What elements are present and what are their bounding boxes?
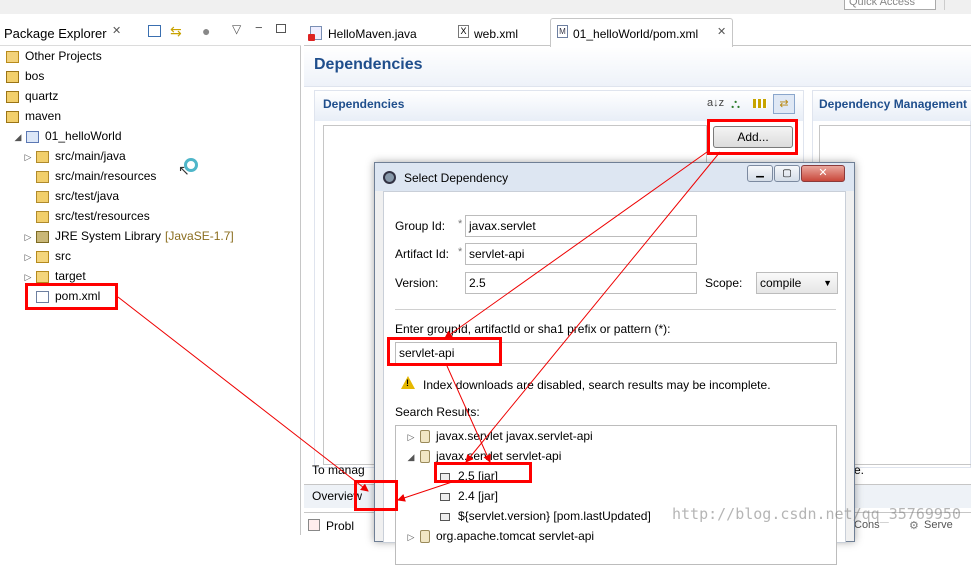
arrow-search-to-version [446,365,491,463]
busy-icon [184,158,198,172]
arrow-add-to-version [465,151,721,463]
arrow-add-to-search [444,151,708,339]
arrow-version-to-overview [397,481,453,502]
arrow-pom-to-overview [117,296,369,492]
watermark: http://blog.csdn.net/qq_35769950 [672,505,961,523]
annotation-arrows [117,151,721,502]
